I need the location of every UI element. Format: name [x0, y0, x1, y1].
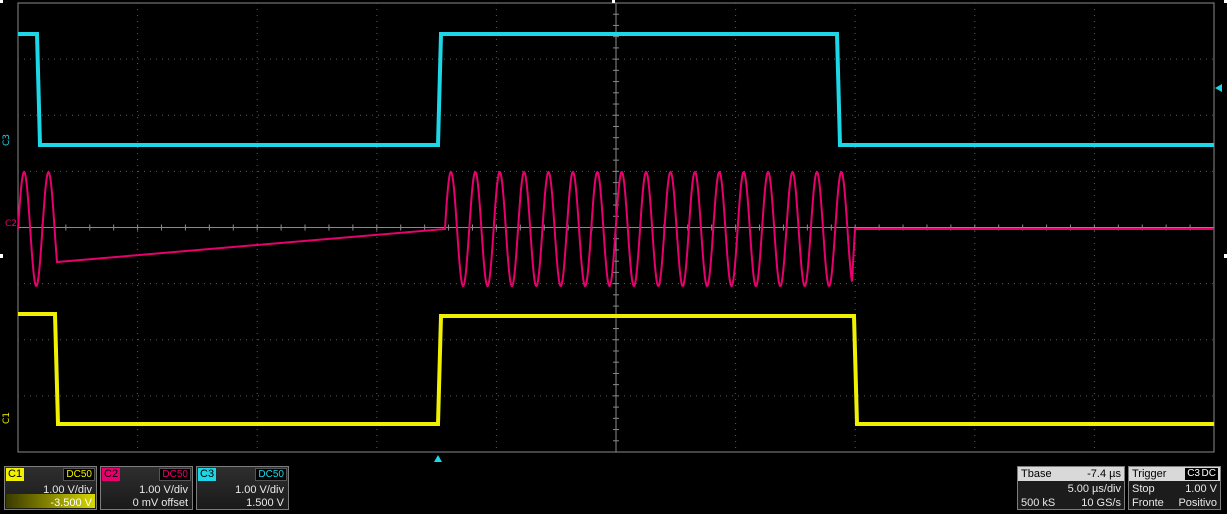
triangle-left-icon[interactable] — [1215, 84, 1222, 92]
channel-c2-box[interactable]: C2 DC50 1.00 V/div 0 mV offset — [100, 466, 193, 510]
trigger-box[interactable]: Trigger C3 DC Stop 1.00 V Fronte Positiv… — [1128, 466, 1221, 510]
coupling-badge: DC50 — [63, 468, 95, 481]
timebase-delay: -7.4 µs — [1087, 468, 1121, 480]
timebase-box[interactable]: Tbase -7.4 µs 5.00 µs/div 500 kS 10 GS/s — [1017, 466, 1125, 510]
channel-tag: C1 — [6, 468, 24, 481]
waveform-display[interactable]: C3 C2 C1 — [0, 0, 1227, 462]
channel-scale: 1.00 V/div — [235, 484, 284, 496]
channel-offset: 1.500 V — [246, 497, 284, 509]
waveform-grid: C3 C2 C1 — [0, 0, 1227, 462]
trigger-edge-word: Fronte — [1132, 497, 1164, 509]
c3-trace-label: C3 — [2, 134, 12, 146]
trigger-slope: Positivo — [1178, 497, 1217, 509]
trigger-title: Trigger — [1132, 468, 1167, 480]
channel-header: C3 DC50 — [198, 468, 287, 481]
timebase-rate: 10 GS/s — [1081, 497, 1121, 509]
timebase-scale: 5.00 µs/div — [1067, 483, 1121, 495]
channel-header: C1 DC50 — [6, 468, 95, 481]
coupling-badge: DC50 — [159, 468, 191, 481]
timebase-header: Tbase -7.4 µs — [1018, 467, 1124, 481]
timebase-samples: 500 kS — [1021, 497, 1056, 509]
channel-c3-box[interactable]: C3 DC50 1.00 V/div 1.500 V — [196, 466, 289, 510]
corner-handle — [612, 0, 615, 3]
trigger-coupling: DC — [1199, 468, 1218, 480]
channel-tag: C2 — [102, 468, 120, 481]
status-bar: C1 DC50 1.00 V/div -3.500 V C2 DC50 1.00… — [0, 462, 1227, 514]
corner-handle — [0, 254, 3, 258]
coupling-badge: DC50 — [255, 468, 287, 481]
c1-trace-label: C1 — [2, 412, 12, 424]
trigger-mode: Stop — [1132, 483, 1155, 495]
trigger-level: 1.00 V — [1185, 483, 1217, 495]
channel-tag: C3 — [198, 468, 216, 481]
c2-trace-label: C2 — [5, 219, 17, 229]
corner-handle — [0, 0, 3, 3]
triangle-up-icon[interactable] — [434, 455, 442, 462]
trigger-header: Trigger C3 DC — [1129, 467, 1220, 481]
channel-c1-box[interactable]: C1 DC50 1.00 V/div -3.500 V — [4, 466, 97, 510]
channel-scale: 1.00 V/div — [43, 484, 92, 496]
channel-offset: 0 mV offset — [132, 497, 188, 509]
timebase-title: Tbase — [1021, 468, 1052, 480]
channel-header: C2 DC50 — [102, 468, 191, 481]
channel-scale: 1.00 V/div — [139, 484, 188, 496]
channel-offset: -3.500 V — [50, 497, 92, 509]
